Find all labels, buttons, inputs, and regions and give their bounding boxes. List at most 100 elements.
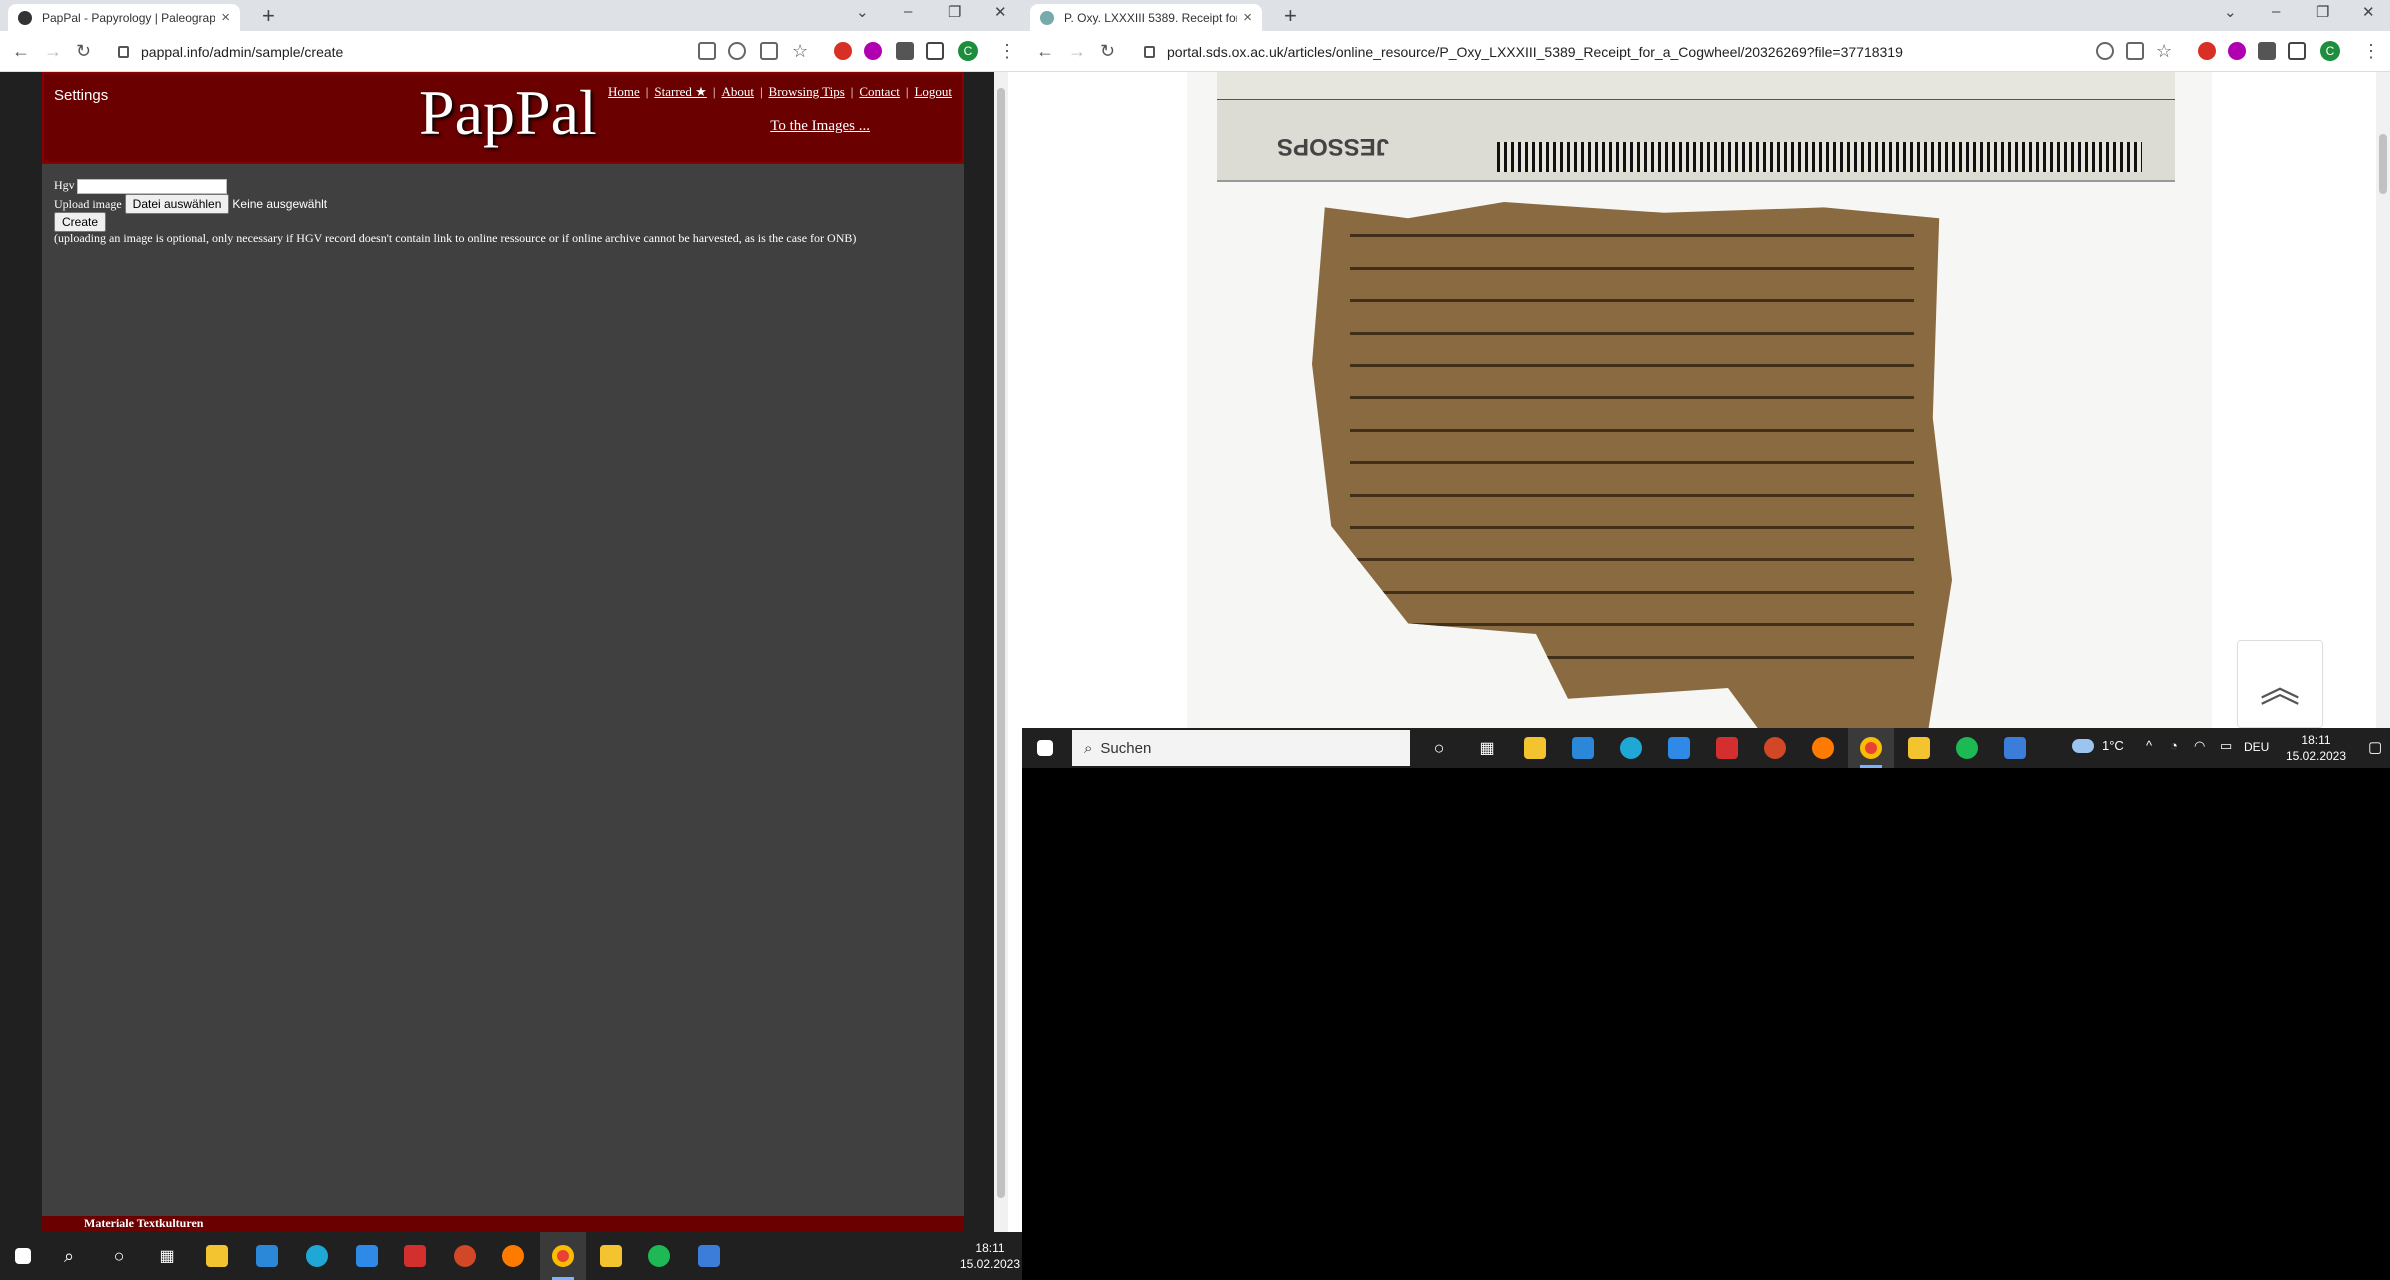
- chrome-icon[interactable]: [540, 1232, 586, 1280]
- start-button[interactable]: [0, 1232, 46, 1280]
- tab-pappal[interactable]: PapPal - Papyrology | Paleograph ×: [8, 4, 240, 31]
- acrobat-icon[interactable]: [1704, 728, 1750, 768]
- mail-icon[interactable]: [1656, 728, 1702, 768]
- menu-contact[interactable]: Contact: [859, 84, 899, 100]
- store-icon[interactable]: [244, 1232, 290, 1280]
- task-view-icon[interactable]: ▦: [144, 1232, 190, 1280]
- profile-avatar[interactable]: C: [958, 41, 978, 61]
- sticky-app-icon[interactable]: [1896, 728, 1942, 768]
- extensions-puzzle-icon[interactable]: [2258, 42, 2276, 60]
- settings-link[interactable]: Settings: [54, 87, 108, 104]
- extension-red-icon[interactable]: [2198, 42, 2216, 60]
- bookmark-star-icon[interactable]: ☆: [792, 41, 808, 61]
- weather-widget[interactable]: 1°C: [2072, 738, 2124, 753]
- file-explorer-icon[interactable]: [1512, 728, 1558, 768]
- scrollbar-thumb[interactable]: [2379, 134, 2387, 194]
- sticky-app-icon[interactable]: [588, 1232, 634, 1280]
- cortana-icon[interactable]: ○: [96, 1232, 142, 1280]
- store-icon[interactable]: [1560, 728, 1606, 768]
- menu-browsing-tips[interactable]: Browsing Tips: [769, 84, 845, 100]
- taskbar-clock-right[interactable]: 18:11 15.02.2023: [2276, 732, 2356, 764]
- site-logo[interactable]: PapPal: [419, 76, 597, 150]
- reload-icon[interactable]: ↻: [76, 41, 91, 61]
- photos-icon[interactable]: [686, 1232, 732, 1280]
- cortana-icon[interactable]: ○: [1416, 728, 1462, 768]
- start-button[interactable]: [1022, 728, 1068, 768]
- minimize-icon[interactable]: –: [2272, 3, 2280, 20]
- search-button[interactable]: ⌕: [46, 1232, 92, 1280]
- powerpoint-icon[interactable]: [442, 1232, 488, 1280]
- edge-icon[interactable]: [1608, 728, 1654, 768]
- upload-note: (uploading an image is optional, only ne…: [54, 231, 857, 245]
- firefox-icon[interactable]: [1800, 728, 1846, 768]
- firefox-icon[interactable]: [490, 1232, 536, 1280]
- new-tab-button[interactable]: +: [262, 5, 275, 27]
- vertical-scrollbar[interactable]: [994, 72, 1008, 1232]
- menu-separator: |: [905, 84, 909, 99]
- extensions-puzzle-icon[interactable]: [896, 42, 914, 60]
- mail-icon[interactable]: [344, 1232, 390, 1280]
- taskbar-clock-left[interactable]: 18:11 15.02.2023: [958, 1240, 1022, 1272]
- wifi-icon[interactable]: ◠: [2194, 738, 2205, 754]
- hgv-input[interactable]: [76, 178, 227, 194]
- spotify-icon[interactable]: [1944, 728, 1990, 768]
- create-button[interactable]: Create: [54, 212, 107, 232]
- forward-icon[interactable]: →: [44, 41, 62, 61]
- extension-red-icon[interactable]: [834, 42, 852, 60]
- minimize-icon[interactable]: –: [904, 3, 912, 20]
- powerpoint-icon[interactable]: [1752, 728, 1798, 768]
- menu-starred[interactable]: Starred ★: [654, 84, 706, 100]
- menu-logout[interactable]: Logout: [914, 84, 952, 100]
- forward-icon[interactable]: →: [1068, 41, 1086, 61]
- back-icon[interactable]: ←: [1036, 41, 1054, 61]
- language-indicator[interactable]: DEU: [2244, 740, 2269, 754]
- reload-icon[interactable]: ↻: [1100, 41, 1115, 61]
- close-window-icon[interactable]: ✕: [2362, 3, 2375, 21]
- close-tab-icon[interactable]: ×: [1243, 9, 1252, 26]
- to-images-link[interactable]: To the Images ...: [770, 118, 870, 135]
- task-view-icon[interactable]: ▦: [1464, 728, 1510, 768]
- back-icon[interactable]: ←: [12, 41, 30, 61]
- new-tab-button[interactable]: +: [1284, 5, 1297, 27]
- taskbar-search-box[interactable]: ⌕ Suchen: [1072, 730, 1410, 766]
- scrollbar-thumb[interactable]: [997, 88, 1005, 1198]
- vertical-scrollbar[interactable]: [2376, 72, 2390, 728]
- network-icon[interactable]: ◔: [2170, 738, 2178, 753]
- restore-icon[interactable]: ❐: [2316, 3, 2329, 21]
- tray-chevron-icon[interactable]: ^: [2146, 738, 2152, 753]
- sidepanel-icon[interactable]: [926, 42, 944, 60]
- extension-purple-icon[interactable]: [864, 42, 882, 60]
- menu-about[interactable]: About: [721, 84, 754, 100]
- tab-oxy[interactable]: P. Oxy. LXXXIII 5389. Receipt for a ×: [1030, 4, 1262, 31]
- tab-search-icon[interactable]: ⌄: [856, 3, 869, 21]
- edge-icon[interactable]: [294, 1232, 340, 1280]
- scroll-to-top-button[interactable]: ︽: [2237, 640, 2323, 728]
- close-window-icon[interactable]: ✕: [994, 3, 1007, 21]
- bookmark-star-icon[interactable]: ☆: [2156, 41, 2172, 61]
- chrome-icon[interactable]: [1848, 728, 1894, 768]
- zoom-icon[interactable]: [728, 42, 746, 60]
- share-icon[interactable]: [760, 42, 778, 60]
- acrobat-icon[interactable]: [392, 1232, 438, 1280]
- profile-avatar[interactable]: C: [2320, 41, 2340, 61]
- sidepanel-icon[interactable]: [2288, 42, 2306, 60]
- photos-icon[interactable]: [1992, 728, 2038, 768]
- close-tab-icon[interactable]: ×: [221, 9, 230, 26]
- menu-dots-icon[interactable]: ⋮: [2362, 41, 2380, 61]
- restore-icon[interactable]: ❐: [948, 3, 961, 21]
- translate-icon[interactable]: [698, 42, 716, 60]
- notifications-icon[interactable]: ▢: [2368, 738, 2382, 756]
- share-icon[interactable]: [2126, 42, 2144, 60]
- url-field[interactable]: pappal.info/admin/sample/create: [118, 39, 343, 65]
- spotify-icon[interactable]: [636, 1232, 682, 1280]
- menu-dots-icon[interactable]: ⋮: [998, 41, 1016, 61]
- tab-search-icon[interactable]: ⌄: [2224, 3, 2237, 21]
- zoom-icon[interactable]: [2096, 42, 2114, 60]
- choose-file-button[interactable]: Datei auswählen: [124, 194, 230, 214]
- menu-home[interactable]: Home: [608, 84, 640, 100]
- extension-purple-icon[interactable]: [2228, 42, 2246, 60]
- url-field[interactable]: portal.sds.ox.ac.uk/articles/online_reso…: [1144, 39, 1903, 65]
- clock-time: 18:11: [2301, 733, 2331, 747]
- volume-icon[interactable]: ▭: [2220, 738, 2232, 754]
- file-explorer-icon[interactable]: [194, 1232, 240, 1280]
